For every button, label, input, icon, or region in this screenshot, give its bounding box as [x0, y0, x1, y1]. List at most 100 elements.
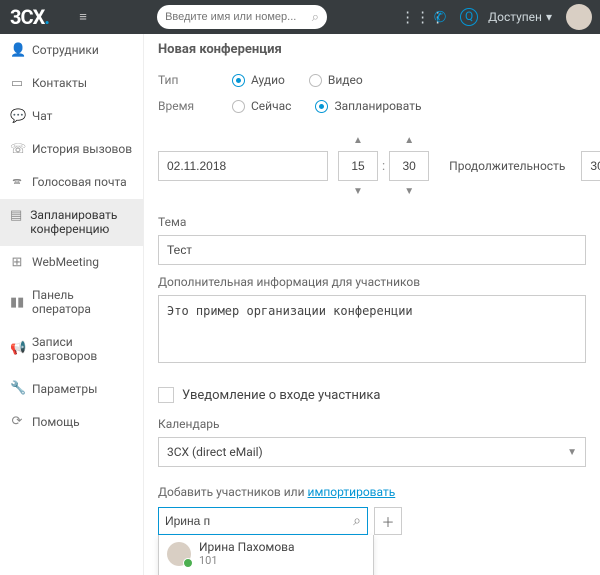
extra-info-label: Дополнительная информация для участников — [158, 275, 586, 289]
dialpad-icon[interactable]: ⋮⋮⋮ — [400, 8, 420, 26]
chat-icon: 💬 — [10, 109, 24, 124]
calendar-label: Календарь — [158, 417, 586, 431]
suggestion-item[interactable]: Ирина Пахомова 101 — [159, 535, 373, 573]
time-label: Время — [158, 99, 208, 113]
radio-label: Сейчас — [251, 99, 291, 113]
app-header: 3CX. ≡ ⌕ ⋮⋮⋮ ✆ Q Доступен ▾ — [0, 0, 600, 34]
minute-down[interactable]: ▼ — [404, 181, 414, 197]
time-colon: : — [382, 159, 385, 174]
sidebar-item-help[interactable]: ⟳ Помощь — [0, 405, 143, 438]
help-icon: ⟳ — [10, 414, 24, 429]
suggestion-name: Ирина Пахомова — [199, 541, 295, 555]
radio-off-icon — [309, 74, 322, 87]
sidebar-item-label: Записи разговоров — [32, 335, 133, 364]
sidebar-item-settings[interactable]: 🔧 Параметры — [0, 372, 143, 405]
bars-icon: ▮▮ — [10, 295, 24, 310]
sidebar-item-webmeeting[interactable]: ⊞ WebMeeting — [0, 246, 143, 279]
date-input[interactable] — [158, 151, 328, 181]
chevron-down-icon: ▼ — [567, 447, 577, 458]
availability-label: Доступен — [488, 10, 542, 24]
type-label: Тип — [158, 73, 208, 87]
minute-input[interactable] — [389, 151, 429, 181]
wrench-icon: 🔧 — [10, 381, 24, 396]
search-icon[interactable]: ⌕ — [312, 10, 319, 25]
type-video-radio[interactable]: Видео — [309, 73, 363, 87]
time-schedule-radio[interactable]: Запланировать — [315, 99, 421, 113]
sidebar-item-chat[interactable]: 💬 Чат — [0, 100, 143, 133]
add-label-text: Добавить участников или — [158, 485, 308, 499]
sidebar-item-contacts[interactable]: ▭ Контакты — [0, 67, 143, 100]
suggestion-sub: 101 — [199, 555, 295, 568]
calendar-icon: ▤ — [10, 208, 22, 223]
phone-icon[interactable]: ✆ — [430, 8, 450, 26]
extra-info-textarea[interactable]: Это пример организации конференции — [158, 295, 586, 363]
sidebar-item-label: История вызовов — [32, 142, 132, 156]
radio-label: Запланировать — [334, 99, 421, 113]
menu-icon[interactable]: ≡ — [69, 9, 97, 25]
page-title: Новая конференция — [158, 42, 586, 57]
search-input[interactable] — [165, 11, 312, 23]
availability-selector[interactable]: Доступен ▾ — [488, 10, 552, 24]
participant-search-field[interactable]: ⌕ — [158, 507, 368, 535]
topic-label: Тема — [158, 215, 586, 229]
time-now-radio[interactable]: Сейчас — [232, 99, 291, 113]
phone-history-icon: ☏ — [10, 142, 24, 157]
calendar-value: 3CX (direct eMail) — [167, 445, 263, 459]
grid-icon: ⊞ — [10, 255, 24, 270]
hour-down[interactable]: ▼ — [353, 181, 363, 197]
sidebar: 👤Сотрудники ▭ Контакты 💬 Чат ☏ История вызо… — [0, 34, 144, 575]
add-participants-label: Добавить участников или импортировать — [158, 485, 586, 499]
logo-text: 3CX. — [10, 5, 49, 29]
sidebar-item-label: WebMeeting — [32, 255, 99, 269]
search-icon[interactable]: ⌕ — [353, 513, 361, 529]
app-logo: 3CX. — [0, 0, 69, 34]
participant-suggestions: Ирина Пахомова 101 Ирина Пахомова 79····… — [158, 535, 374, 575]
sidebar-item-voicemail[interactable]: 🕿 Голосовая почта — [0, 166, 143, 199]
presence-icon[interactable]: Q — [460, 8, 478, 26]
sidebar-item-label: Чат — [32, 109, 52, 123]
conference-type-row: Тип Аудио Видео — [158, 73, 586, 87]
calendar-select[interactable]: 3CX (direct eMail) ▼ — [158, 437, 586, 467]
notify-checkbox[interactable] — [158, 387, 174, 403]
main-content: Новая конференция Тип Аудио Видео Время … — [144, 34, 600, 575]
suggestion-avatar — [167, 542, 191, 566]
participant-search-input[interactable] — [165, 514, 353, 528]
radio-off-icon — [232, 100, 245, 113]
sidebar-item-recordings[interactable]: 📢 Записи разговоров — [0, 326, 143, 373]
type-audio-radio[interactable]: Аудио — [232, 73, 285, 87]
duration-input[interactable] — [581, 151, 600, 181]
radio-on-icon — [315, 100, 328, 113]
radio-label: Видео — [328, 73, 363, 87]
minute-up[interactable]: ▲ — [404, 135, 414, 151]
topic-input[interactable] — [158, 235, 586, 265]
add-participant-button[interactable]: ＋ — [374, 507, 402, 535]
radio-label: Аудио — [251, 73, 285, 87]
hour-up[interactable]: ▲ — [353, 135, 363, 151]
conference-time-row: Время Сейчас Запланировать — [158, 99, 586, 113]
sidebar-item-operator-panel[interactable]: ▮▮ Панель оператора — [0, 279, 143, 326]
sidebar-item-label: Запланировать конференцию — [30, 208, 133, 237]
sidebar-item-label: Помощь — [32, 415, 80, 429]
participant-search-row: ⌕ ＋ — [158, 507, 586, 535]
sidebar-item-schedule-conference[interactable]: ▤ Запланировать конференцию — [0, 199, 143, 246]
hour-input[interactable] — [338, 151, 378, 181]
datetime-row: ▲ ▼ : ▲ ▼ Продолжительность мин — [158, 135, 586, 197]
sidebar-item-people[interactable]: 👤Сотрудники — [0, 34, 143, 67]
sidebar-item-call-history[interactable]: ☏ История вызовов — [0, 133, 143, 166]
voicemail-icon: 🕿 — [10, 175, 24, 190]
speaker-icon: 📢 — [10, 341, 24, 356]
notify-checkbox-row: Уведомление о входе участника — [158, 387, 586, 403]
duration-label: Продолжительность — [449, 159, 565, 173]
contacts-icon: ▭ — [10, 76, 24, 91]
logo-x: X — [33, 5, 45, 29]
sidebar-item-label: Параметры — [32, 382, 97, 396]
radio-on-icon — [232, 74, 245, 87]
import-link[interactable]: импортировать — [308, 485, 396, 499]
people-icon: 👤 — [10, 43, 24, 58]
sidebar-item-label: Панель оператора — [32, 288, 133, 317]
global-search[interactable]: ⌕ — [157, 5, 327, 29]
sidebar-item-label: Голосовая почта — [32, 175, 127, 189]
notify-label: Уведомление о входе участника — [182, 388, 381, 403]
sidebar-item-label: Контакты — [32, 76, 87, 90]
user-avatar[interactable] — [566, 4, 592, 30]
